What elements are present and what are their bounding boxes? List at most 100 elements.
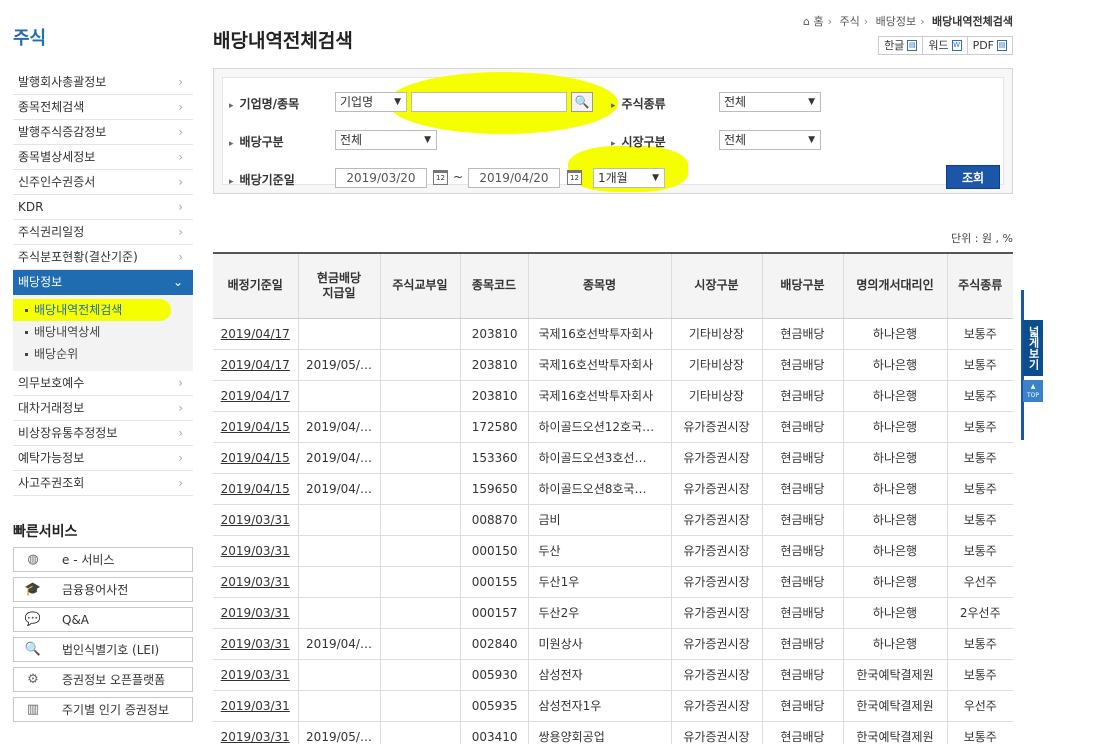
table-row: 2019/04/17 203810 국제16호선박투자회사 기타비상장 현금배당 하나은행… <box>213 318 1013 350</box>
sidebar-item[interactable]: 주식권리일정 › <box>13 220 193 245</box>
record-date-link[interactable]: 2019/03/31 <box>213 721 298 744</box>
table-cell: 기타비상장 <box>670 380 762 412</box>
chevron-right-icon: › <box>178 451 183 465</box>
breadcrumb-dividend[interactable]: 배당정보 <box>876 15 916 28</box>
scroll-top-button[interactable]: ▲ TOP <box>1023 380 1043 402</box>
sidebar-item[interactable]: 의무보호예수 › <box>13 371 193 396</box>
table-cell: 하나은행 <box>842 597 947 629</box>
sidebar-item-label: 발행회사총괄정보 <box>18 75 107 89</box>
table-cell: 유가증권시장 <box>670 442 762 474</box>
column-header: 배당구분 <box>761 252 843 319</box>
record-date-link[interactable]: 2019/04/17 <box>213 349 298 381</box>
table-cell <box>297 690 380 722</box>
record-date-link[interactable]: 2019/04/15 <box>213 442 298 474</box>
quick-service-button[interactable]: ◍ e - 서비스 <box>13 547 193 572</box>
table-cell: 보통주 <box>946 380 1013 412</box>
breadcrumb-stock[interactable]: 주식 <box>839 15 859 28</box>
lookup-button[interactable]: 조회 <box>946 165 1000 189</box>
table-cell: 현금배당 <box>761 473 843 505</box>
table-cell: 000155 <box>459 566 528 598</box>
record-date-link[interactable]: 2019/03/31 <box>213 597 298 629</box>
sidebar-item-label: 종목전체검색 <box>18 100 85 114</box>
sidebar-item[interactable]: 신주인수권증서 › <box>13 170 193 195</box>
record-date-link[interactable]: 2019/04/15 <box>213 411 298 443</box>
sidebar-item-label: 주식권리일정 <box>18 225 85 239</box>
export-word-button[interactable]: 워드 W <box>922 36 968 55</box>
sidebar-item[interactable]: 주식분포현황(결산기준) › <box>13 245 193 270</box>
export-pdf-button[interactable]: PDF ▤ <box>966 36 1013 55</box>
caret-down-icon: ▼ <box>652 173 659 183</box>
quick-service-button[interactable]: 💬 Q&A <box>13 607 193 632</box>
sidebar-item[interactable]: 발행회사총괄정보 › <box>13 70 193 95</box>
table-row: 2019/03/31 008870 금비 유가증권시장 현금배당 하나은행 보통주 <box>213 504 1013 536</box>
table-cell: 2019/04/… <box>297 628 380 660</box>
record-date-link[interactable]: 2019/03/31 <box>213 690 298 722</box>
search-icon[interactable]: 🔍 <box>571 92 593 112</box>
calendar-icon[interactable]: 12 <box>433 170 448 185</box>
sidebar-item[interactable]: 비상장유통추정정보 › <box>13 421 193 446</box>
sidebar-item-dividend-info[interactable]: 배당정보 ⌄ <box>13 270 193 295</box>
quick-service-button[interactable]: 🎓 금융용어사전 <box>13 577 193 602</box>
table-cell: 008870 <box>459 504 528 536</box>
table-cell: 하나은행 <box>842 566 947 598</box>
dividend-kind-select[interactable]: 전체 ▼ <box>335 130 437 150</box>
scroll-top-label: TOP <box>1026 392 1039 399</box>
table-cell: 쌍용양회공업 <box>527 721 671 744</box>
breadcrumb-home[interactable]: 홈 <box>813 15 823 28</box>
table-cell <box>379 442 460 474</box>
quick-service-button[interactable]: ⚙ 증권정보 오픈플랫폼 <box>13 667 193 692</box>
table-cell: 현금배당 <box>761 597 843 629</box>
company-type-select[interactable]: 기업명 ▼ <box>335 92 407 112</box>
quick-service-label: 증권정보 오픈플랫폼 <box>62 673 166 687</box>
sidebar-item[interactable]: 발행주식증감정보 › <box>13 120 193 145</box>
table-row: 2019/04/15 2019/04/… 159650 하이골드오션8호국… 유가증권시… <box>213 473 1013 505</box>
table-cell <box>297 535 380 567</box>
sidebar-item[interactable]: 예탁가능정보 › <box>13 446 193 471</box>
table-cell: 두산2우 <box>527 597 671 629</box>
record-date-link[interactable]: 2019/03/31 <box>213 566 298 598</box>
company-search-input[interactable] <box>411 92 567 112</box>
table-cell <box>379 380 460 412</box>
table-cell: 유가증권시장 <box>670 628 762 660</box>
sidebar-item[interactable]: 종목전체검색 › <box>13 95 193 120</box>
sidebar-subitem[interactable]: 배당순위 <box>21 343 193 365</box>
sidebar-subitem[interactable]: 배당내역상세 <box>21 321 193 343</box>
date-from-input[interactable]: 2019/03/20 <box>335 168 427 188</box>
export-hwp-button[interactable]: 한글 ▤ <box>878 36 924 55</box>
quick-service-button[interactable]: 🔍 법인식별기호 (LEI) <box>13 637 193 662</box>
sidebar-item-label: KDR <box>18 200 44 214</box>
caret-down-icon: ▼ <box>808 97 815 107</box>
record-date-link[interactable]: 2019/03/31 <box>213 535 298 567</box>
record-date-link[interactable]: 2019/03/31 <box>213 504 298 536</box>
quick-service-button[interactable]: ▥ 주기별 인기 증권정보 <box>13 697 193 722</box>
sidebar-item[interactable]: 종목별상세정보 › <box>13 145 193 170</box>
sidebar-item[interactable]: 사고주권조회 › <box>13 471 193 496</box>
period-select[interactable]: 1개월 ▼ <box>593 168 665 188</box>
side-float-bar: 넓게보기 ▲ TOP <box>1021 290 1043 440</box>
record-date-link[interactable]: 2019/03/31 <box>213 659 298 691</box>
sidebar-item[interactable]: 대차거래정보 › <box>13 396 193 421</box>
chevron-right-icon: › <box>178 125 183 139</box>
sidebar-item-label: 사고주권조회 <box>18 476 85 490</box>
market-select[interactable]: 전체 ▼ <box>719 130 821 150</box>
period-value: 1개월 <box>598 171 628 185</box>
record-date-link[interactable]: 2019/03/31 <box>213 628 298 660</box>
sidebar-subitem[interactable]: 배당내역전체검색 <box>13 299 171 321</box>
table-cell: 기타비상장 <box>670 349 762 381</box>
table-cell <box>297 318 380 350</box>
date-to-input[interactable]: 2019/04/20 <box>468 168 560 188</box>
table-cell: 002840 <box>459 628 528 660</box>
table-cell: 현금배당 <box>761 442 843 474</box>
home-icon[interactable]: ⌂ <box>803 15 810 28</box>
table-row: 2019/03/31 000157 두산2우 유가증권시장 현금배당 하나은행 2우선주 <box>213 597 1013 629</box>
calendar-icon[interactable]: 12 <box>567 170 582 185</box>
stock-kind-select[interactable]: 전체 ▼ <box>719 92 821 112</box>
record-date-link[interactable]: 2019/04/15 <box>213 473 298 505</box>
dividend-kind-value: 전체 <box>340 133 363 147</box>
record-date-link[interactable]: 2019/04/17 <box>213 380 298 412</box>
table-cell: 현금배당 <box>761 349 843 381</box>
record-date-link[interactable]: 2019/04/17 <box>213 318 298 350</box>
sidebar-item-label: 종목별상세정보 <box>18 150 96 164</box>
wide-view-button[interactable]: 넓게보기 <box>1023 320 1043 376</box>
sidebar-item[interactable]: KDR › <box>13 195 193 220</box>
